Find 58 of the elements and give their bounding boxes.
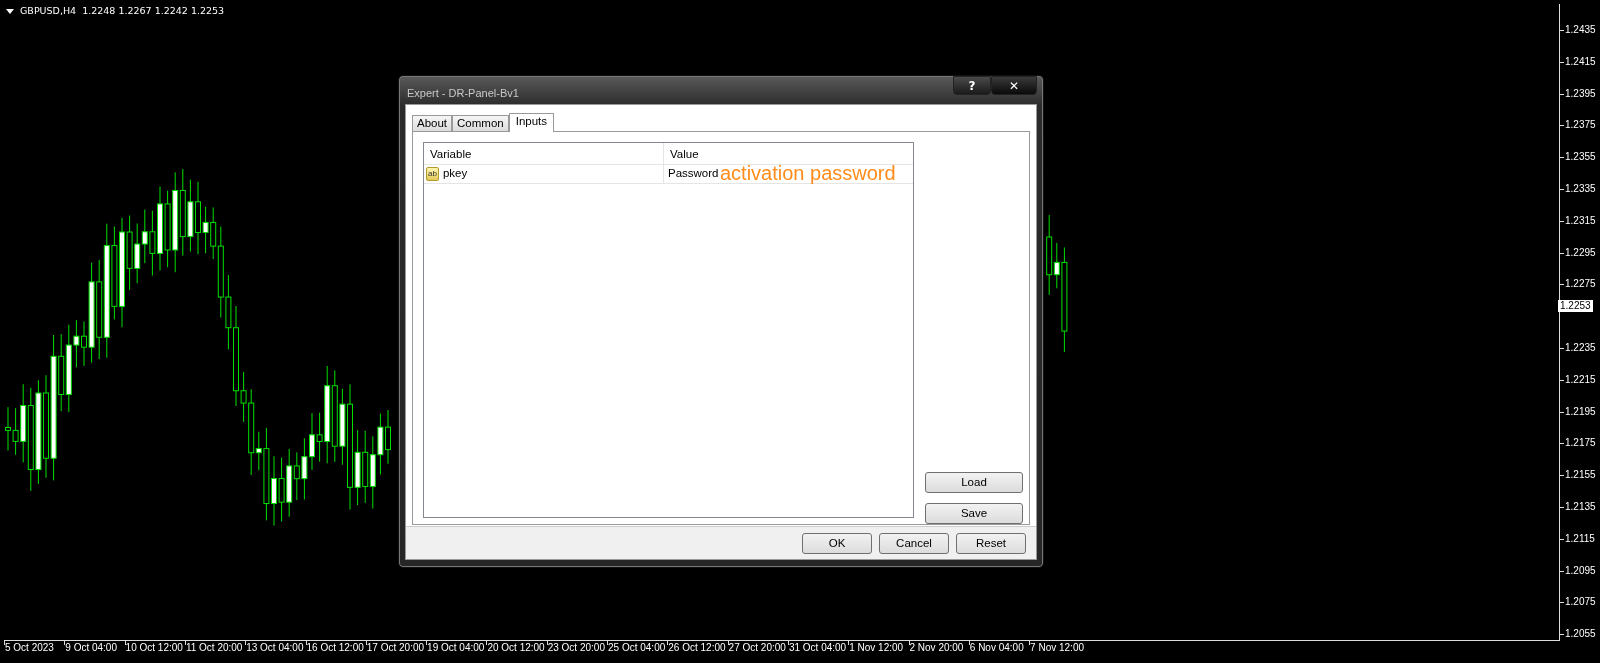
price-label: 1.2355 [1565,151,1596,164]
close-button[interactable]: ✕ [991,76,1037,95]
price-label: 1.2155 [1565,469,1596,482]
tab[interactable]: About [412,115,453,131]
tab[interactable]: Common [452,115,509,131]
time-label: 17 Oct 20:00 [366,642,425,654]
ohlc-values: 1.2248 1.2267 1.2242 1.2253 [82,4,225,18]
price-label: 1.2135 [1565,501,1596,513]
dialog-button[interactable]: Reset [956,533,1026,554]
variable-cell-text: pkey [442,166,468,182]
time-label: 23 Oct 20:00 [547,642,605,654]
price-label: 1.2275 [1565,278,1596,291]
symbol-label: GBPUSD,H4 [20,4,77,18]
price-label: 1.2075 [1565,596,1596,609]
annotation-text: activation password [720,162,896,184]
value-cell[interactable]: Password [664,165,719,183]
time-label: 6 Nov 04:00 [969,642,1024,654]
time-label: 9 Oct 04:00 [65,642,117,654]
time-label: 7 Nov 12:00 [1030,642,1085,654]
price-label: 1.2095 [1565,564,1596,577]
time-label: 1 Nov 12:00 [849,642,904,654]
price-label: 1.2295 [1565,246,1596,259]
time-label: 27 Oct 20:00 [728,642,786,654]
price-label: 1.2215 [1565,373,1596,386]
price-label: 1.2315 [1565,214,1596,227]
time-label: 20 Oct 12:00 [487,642,545,654]
window-title: Expert - DR-Panel-Bv1 [407,85,519,101]
time-label: 13 Oct 04:00 [246,642,304,654]
time-label: 5 Oct 2023 [5,642,54,654]
string-type-icon: ab [426,167,439,181]
time-label: 16 Oct 12:00 [306,642,364,654]
column-header[interactable]: Variable [424,143,664,164]
price-label: 1.2435 [1565,24,1596,36]
tab[interactable]: Inputs [508,113,555,132]
price-label: 1.2335 [1565,183,1596,195]
price-label: 1.2115 [1565,532,1595,545]
dialog-button[interactable]: Cancel [879,533,949,554]
price-label: 1.2175 [1565,437,1596,450]
current-price-label: 1.2253 [1558,300,1593,313]
price-label: 1.2395 [1565,87,1596,100]
time-label: 2 Nov 20:00 [909,642,964,654]
help-button[interactable]: ? [953,76,991,95]
time-label: 25 Oct 04:00 [608,642,666,654]
dialog-button[interactable]: OK [802,533,872,554]
side-button[interactable]: Load [925,472,1023,493]
price-label: 1.2195 [1565,405,1596,418]
time-label: 31 Oct 04:00 [788,642,847,654]
price-label: 1.2415 [1565,55,1596,68]
column-header[interactable]: Value [664,143,699,164]
time-label: 26 Oct 12:00 [668,642,726,654]
time-label: 19 Oct 04:00 [427,642,485,654]
dropdown-icon[interactable] [6,8,14,14]
price-label: 1.2235 [1565,342,1596,354]
price-label: 1.2375 [1565,119,1596,132]
time-label: 10 Oct 12:00 [125,642,183,654]
side-button[interactable]: Save [925,503,1023,524]
price-label: 1.2055 [1565,628,1596,641]
time-label: 11 Oct 20:00 [185,642,243,654]
